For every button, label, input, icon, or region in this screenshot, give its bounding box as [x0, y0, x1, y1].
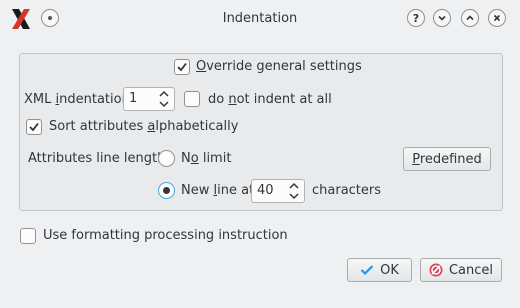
no-limit-label-after: limit: [198, 151, 232, 166]
no-indent-checkbox[interactable]: [184, 91, 200, 107]
line-length-label: Attributes line length:: [28, 151, 170, 166]
spin-arrows-icon[interactable]: [158, 90, 170, 108]
no-indent-label[interactable]: do not indent at all: [208, 92, 332, 107]
predefined-label: Predefined: [412, 152, 482, 167]
maximize-icon: [466, 15, 474, 21]
new-line-radio[interactable]: [158, 182, 175, 199]
cancel-icon: [429, 263, 443, 277]
close-icon: [493, 14, 501, 22]
minimize-button[interactable]: [433, 9, 451, 27]
maximize-button[interactable]: [461, 9, 479, 27]
predefined-mnemonic: P: [412, 151, 420, 167]
xml-indentation-label-after: ndentation: [59, 92, 130, 107]
close-button[interactable]: [488, 9, 506, 27]
sort-attributes-checkbox[interactable]: [26, 119, 42, 135]
no-indent-mnemonic: n: [228, 92, 237, 107]
minimize-icon: [438, 15, 446, 21]
no-limit-mnemonic: o: [190, 151, 199, 166]
cancel-label: Cancel: [448, 262, 494, 278]
help-icon: ?: [412, 11, 420, 25]
characters-label: characters: [312, 183, 382, 198]
xml-indentation-label-before: XML: [24, 92, 56, 107]
radio-selected-dot: [163, 187, 170, 194]
checkmark-icon: [177, 62, 187, 72]
new-line-label-before: New: [181, 183, 214, 198]
sort-attributes-label-after: lphabetically: [155, 119, 239, 134]
predefined-label-rest: redefined: [419, 151, 482, 167]
line-length-value: 40: [257, 183, 274, 198]
checkmark-icon: [29, 122, 39, 132]
xml-indentation-value: 1: [129, 91, 138, 106]
override-label[interactable]: Override general settings: [196, 59, 362, 74]
sort-attributes-label[interactable]: Sort attributes alphabetically: [49, 119, 238, 134]
new-line-label[interactable]: New line at: [181, 183, 254, 198]
xml-indentation-spinbox[interactable]: 1: [123, 87, 175, 111]
no-limit-label[interactable]: No limit: [181, 151, 231, 166]
ok-label: OK: [380, 262, 399, 278]
spin-arrows-icon[interactable]: [288, 182, 300, 200]
use-pi-label[interactable]: Use formatting processing instruction: [43, 228, 288, 243]
no-indent-label-after: ot indent at all: [236, 92, 332, 107]
sort-attributes-label-before: Sort attributes: [49, 119, 148, 134]
line-length-spinbox[interactable]: 40: [251, 179, 305, 203]
help-button[interactable]: ?: [407, 9, 425, 27]
new-line-label-after: ine at: [217, 183, 255, 198]
predefined-button[interactable]: Predefined: [403, 147, 491, 171]
no-limit-label-before: N: [181, 151, 191, 166]
cancel-button[interactable]: Cancel: [420, 258, 502, 282]
no-indent-label-before: do: [208, 92, 229, 107]
use-pi-checkbox[interactable]: [20, 228, 36, 244]
checkmark-icon: [360, 265, 374, 276]
no-limit-radio[interactable]: [158, 150, 175, 167]
override-checkbox[interactable]: [174, 59, 190, 75]
override-label-rest: verride general settings: [206, 59, 362, 74]
ok-button[interactable]: OK: [347, 258, 412, 282]
xml-indentation-label: XML indentation: [24, 92, 130, 107]
title-bar[interactable]: Indentation ?: [0, 0, 520, 36]
override-mnemonic: O: [196, 59, 207, 74]
